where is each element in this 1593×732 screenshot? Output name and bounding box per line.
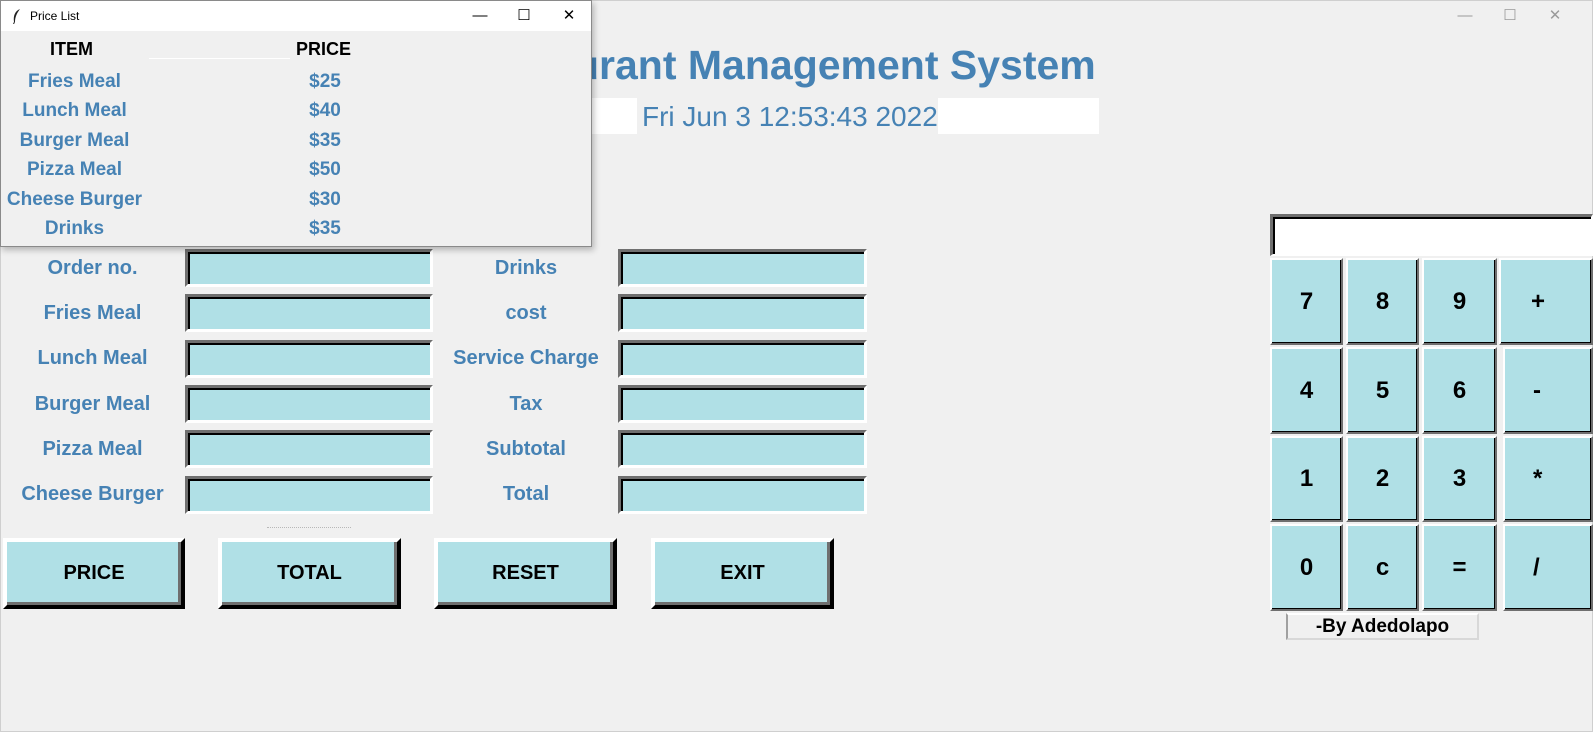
calc-key-7[interactable]: 7 [1270, 258, 1343, 345]
calc-key-3[interactable]: 3 [1422, 436, 1497, 522]
header-price: PRICE [296, 39, 352, 59]
clock-strip-left [592, 98, 637, 134]
reset-button[interactable]: RESET [434, 538, 617, 609]
calc-key-2[interactable]: 2 [1346, 436, 1419, 522]
subtotal-field[interactable] [618, 430, 867, 468]
calc-key-1[interactable]: 1 [1270, 436, 1343, 522]
label-drinks: Drinks [494, 257, 558, 279]
price-item-burger-meal: Burger Meal [19, 130, 130, 151]
price-item-cheese-burger: Cheese Burger [6, 189, 143, 210]
label-tax: Tax [509, 393, 543, 415]
price-list-titlebar[interactable]: Price List — ☐ ✕ [1, 1, 591, 31]
price-value-burger-meal: $35 [309, 130, 341, 151]
price-value-lunch-meal: $40 [309, 100, 341, 121]
tax-field[interactable] [618, 385, 867, 423]
label-subtotal: Subtotal [486, 438, 566, 460]
label-fries-meal: Fries Meal [43, 302, 142, 324]
price-value-cheese-burger: $30 [309, 189, 341, 210]
calc-key-clear[interactable]: c [1346, 524, 1419, 611]
author-credit: -By Adedolapo [1286, 613, 1479, 640]
service-charge-field[interactable] [618, 340, 867, 378]
cheese-burger-field[interactable] [185, 476, 433, 514]
feather-icon [13, 9, 20, 24]
price-value-pizza-meal: $50 [309, 159, 341, 180]
price-list-window: Price List — ☐ ✕ ITEM PRICE Fries Meal $… [0, 0, 592, 247]
calc-key-minus[interactable]: - [1503, 347, 1593, 434]
calc-key-9[interactable]: 9 [1422, 258, 1497, 345]
calc-key-multiply[interactable]: * [1503, 436, 1593, 522]
clock-label: Fri Jun 3 12:53:43 2022 [642, 101, 938, 132]
drinks-field[interactable] [618, 249, 867, 287]
order-no-field[interactable] [185, 249, 433, 287]
focus-indicator [267, 527, 351, 528]
price-value-drinks: $35 [309, 218, 341, 239]
total-field[interactable] [618, 476, 867, 514]
burger-meal-field[interactable] [185, 385, 433, 423]
calc-key-6[interactable]: 6 [1422, 347, 1497, 434]
price-item-pizza-meal: Pizza Meal [26, 159, 123, 180]
cost-field[interactable] [618, 294, 867, 332]
calc-key-8[interactable]: 8 [1346, 258, 1419, 345]
minimize-icon[interactable]: — [465, 5, 495, 27]
header-separator [149, 58, 290, 59]
label-order-no: Order no. [47, 257, 138, 279]
price-item-lunch-meal: Lunch Meal [22, 100, 127, 121]
close-icon[interactable]: ✕ [554, 5, 584, 27]
price-item-drinks: Drinks [44, 218, 105, 239]
label-lunch-meal: Lunch Meal [37, 347, 148, 369]
price-item-fries-meal: Fries Meal [28, 71, 121, 92]
price-list-title: Price List [30, 9, 80, 23]
calc-key-plus[interactable]: + [1499, 258, 1593, 345]
fries-meal-field[interactable] [185, 294, 433, 332]
header-item: ITEM [50, 39, 93, 59]
calc-key-equals[interactable]: = [1422, 524, 1497, 611]
exit-button[interactable]: EXIT [651, 538, 834, 609]
clock-strip-right [938, 98, 1099, 134]
label-total: Total [502, 483, 550, 505]
calc-key-4[interactable]: 4 [1270, 347, 1343, 434]
label-burger-meal: Burger Meal [34, 393, 151, 415]
app-title: urant Management System [574, 42, 1096, 88]
maximize-icon[interactable]: ☐ [1495, 5, 1525, 27]
label-pizza-meal: Pizza Meal [42, 438, 143, 460]
price-value-fries-meal: $25 [309, 71, 341, 92]
maximize-icon[interactable]: ☐ [509, 5, 539, 27]
label-cost: cost [505, 302, 547, 324]
close-icon[interactable]: ✕ [1540, 5, 1570, 27]
lunch-meal-field[interactable] [185, 340, 433, 378]
label-cheese-burger: Cheese Burger [21, 483, 164, 505]
calc-key-0[interactable]: 0 [1270, 524, 1343, 611]
price-button[interactable]: PRICE [3, 538, 185, 609]
calculator-display[interactable] [1270, 214, 1593, 256]
calc-key-divide[interactable]: / [1503, 524, 1593, 611]
pizza-meal-field[interactable] [185, 430, 433, 468]
minimize-icon[interactable]: — [1450, 5, 1480, 27]
label-service-charge: Service Charge [453, 347, 599, 369]
total-button[interactable]: TOTAL [218, 538, 401, 609]
calc-key-5[interactable]: 5 [1346, 347, 1419, 434]
